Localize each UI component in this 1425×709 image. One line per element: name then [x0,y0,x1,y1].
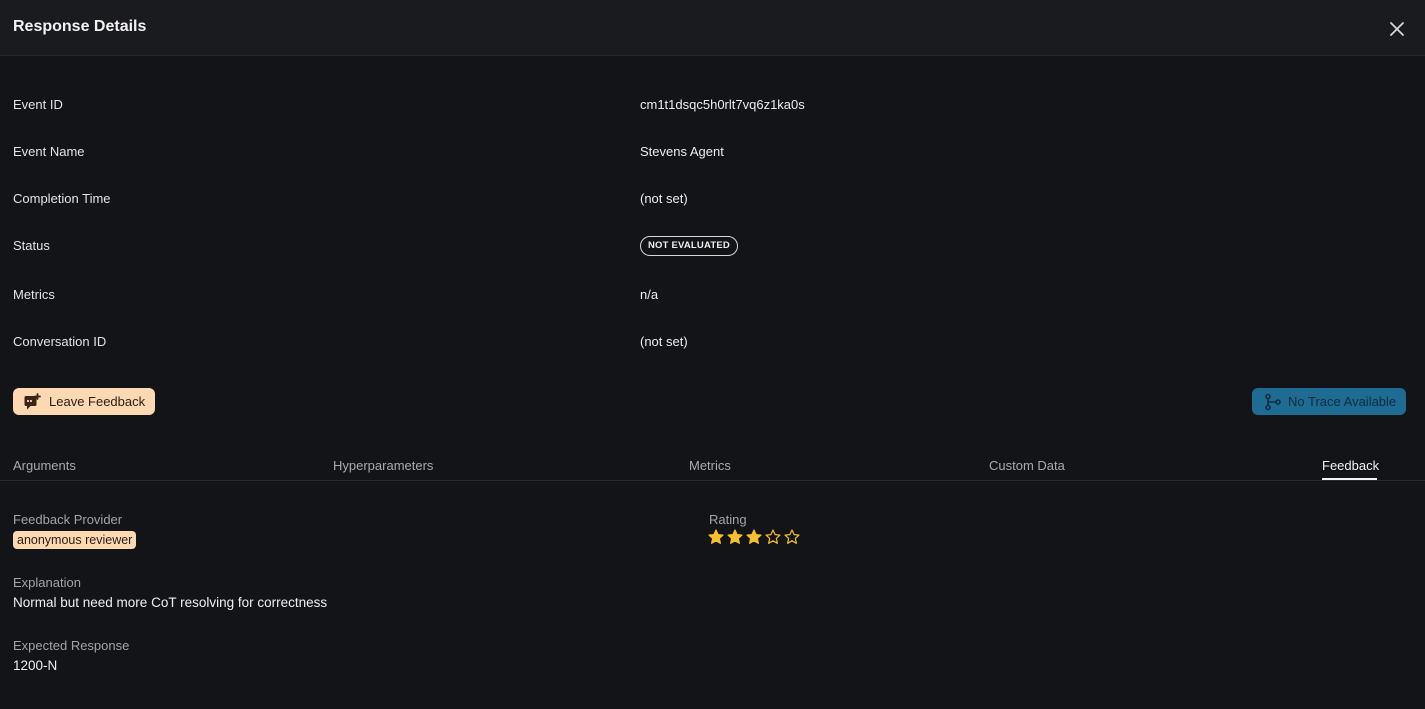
status-badge: NOT EVALUATED [640,236,738,256]
tabs-divider [0,480,1425,481]
tab-custom-data[interactable]: Custom Data [989,458,1065,473]
no-trace-button: No Trace Available [1252,388,1406,415]
completion-time-label: Completion Time [13,191,111,206]
feedback-icon [24,392,41,409]
star-filled-icon[interactable] [746,529,762,545]
expected-response-label: Expected Response [13,638,130,653]
modal-header: Response Details [0,0,1425,56]
feedback-provider-label: Feedback Provider [13,512,123,527]
status-label: Status [13,238,50,253]
star-empty-icon[interactable] [784,529,800,545]
event-id-value: cm1t1dsqc5h0rlt7vq6z1ka0s [640,97,805,112]
branch-icon [1265,393,1281,410]
close-icon[interactable] [1386,18,1408,40]
tab-arguments[interactable]: Arguments [13,458,76,473]
leave-feedback-button[interactable]: Leave Feedback [13,388,155,415]
expected-response-value: 1200-N [13,658,58,673]
conversation-id-value: (not set) [640,334,688,349]
metrics-label: Metrics [13,287,55,302]
event-name-label: Event Name [13,144,85,159]
event-id-label: Event ID [13,97,63,112]
rating-stars [708,529,800,545]
star-filled-icon[interactable] [708,529,724,545]
feedback-provider-badge: anonymous reviewer [13,531,137,549]
event-name-value: Stevens Agent [640,144,724,159]
conversation-id-label: Conversation ID [13,334,107,349]
tab-feedback[interactable]: Feedback [1322,458,1379,473]
tab-metrics[interactable]: Metrics [689,458,731,473]
completion-time-value: (not set) [640,191,688,206]
metrics-value: n/a [640,287,659,302]
star-filled-icon[interactable] [727,529,743,545]
explanation-value: Normal but need more CoT resolving for c… [13,595,328,610]
tab-hyperparameters[interactable]: Hyperparameters [333,458,433,473]
rating-label: Rating [709,512,747,527]
star-empty-icon[interactable] [765,529,781,545]
no-trace-label: No Trace Available [1288,394,1397,409]
modal-title: Response Details [13,18,147,35]
explanation-label: Explanation [13,575,81,590]
leave-feedback-label: Leave Feedback [49,394,146,409]
